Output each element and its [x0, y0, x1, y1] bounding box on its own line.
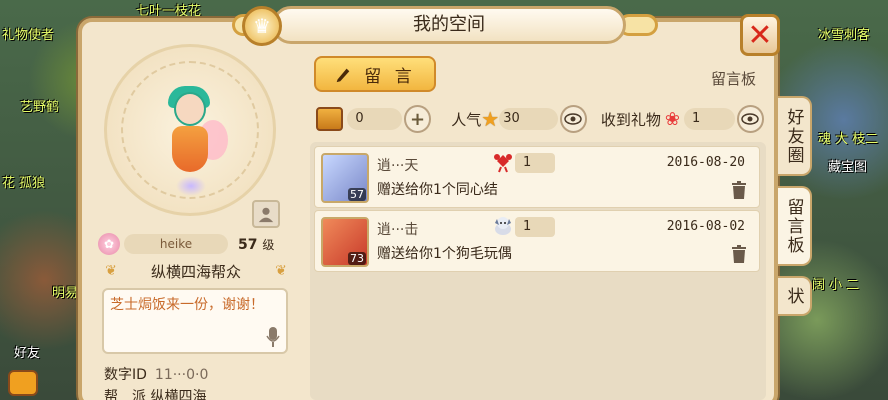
gifts-value: 1 [683, 108, 735, 130]
wing-right-icon: ❦ [275, 263, 287, 279]
sect-label: 帮 派 [104, 389, 146, 400]
message-list[interactable]: 57 逍···天 1 2016-08-20 赠送给你1个同心结 73 逍···击 [310, 142, 766, 400]
message-text: 赠送给你1个同心结 [377, 182, 498, 198]
bg-player-name: 七叶一枝花 [136, 4, 202, 19]
message-section: 留 言 留言板 0 + 人气 ★ 30 收到礼物 ❀ 1 57 逍···天 1 … [306, 50, 772, 400]
gifts-view-button[interactable] [736, 105, 765, 133]
sect-row: 帮 派 纵横四海 [104, 386, 206, 400]
popularity-label: 人气 [451, 110, 482, 129]
add-button[interactable]: + [403, 105, 432, 133]
popularity-value: 30 [499, 108, 558, 130]
dog-plush-icon [495, 217, 511, 235]
close-icon: ✕ [747, 17, 773, 53]
close-button[interactable]: ✕ [740, 14, 780, 56]
eye-icon [741, 113, 760, 125]
tab-friends-circle[interactable]: 好友圈 [778, 96, 812, 176]
id-label: 数字ID [104, 367, 147, 383]
bg-player-name: 礼物使者 [2, 28, 55, 43]
leave-message-button[interactable]: 留 言 [314, 56, 436, 92]
avatar[interactable]: 57 [321, 153, 369, 203]
star-icon: ★ [481, 107, 500, 131]
gift-count: 1 [515, 217, 555, 237]
list-item: 73 逍···击 1 2016-08-02 赠送给你1个狗毛玩偶 [314, 210, 760, 272]
bg-player-name: 明易 [52, 286, 79, 301]
avatar-level: 57 [348, 188, 366, 201]
board-label: 留言板 [710, 70, 756, 88]
portrait-button[interactable] [252, 200, 280, 228]
list-item: 57 逍···天 1 2016-08-20 赠送给你1个同心结 [314, 146, 760, 208]
crown-icon: ♛ [242, 6, 282, 46]
message-date: 2016-08-02 [666, 219, 745, 234]
avatar-level: 73 [348, 252, 366, 265]
bg-player-name: 花 孤狼 [2, 176, 46, 191]
player-level: 57 级 [238, 236, 275, 253]
lotus-icon: ✿ [98, 233, 120, 255]
signature-field[interactable]: 芝士焗饭来一份，谢谢！ [102, 288, 288, 354]
love-knot-icon [494, 154, 512, 173]
chest-count: 0 [347, 108, 402, 130]
bg-player-name: 艺野鹤 [20, 100, 60, 115]
sender-name[interactable]: 逍···击 [377, 219, 418, 239]
profile-section: ✿ heike 57 级 ❦ 纵横四海帮众 ❦ 芝士焗饭来一份，谢谢！ 数字ID… [86, 40, 298, 400]
chat-bubble-icon[interactable] [8, 370, 38, 396]
tab-message-board[interactable]: 留言板 [778, 186, 812, 266]
wing-left-icon: ❦ [105, 263, 117, 279]
bg-treasure-map-label: 藏宝图 [828, 160, 868, 175]
bg-player-name: 阔 小 二 [812, 278, 860, 293]
plus-icon: + [410, 108, 426, 130]
gift-count: 1 [515, 153, 555, 173]
bg-player-name: 魂 大 枝二 [818, 132, 879, 147]
pen-icon [336, 68, 350, 83]
guild-title: 纵横四海帮众 [150, 262, 241, 281]
id-value: 11···0·0 [154, 367, 209, 383]
message-text: 赠送给你1个狗毛玩偶 [377, 246, 512, 262]
gifts-label: 收到礼物 [600, 110, 661, 129]
bg-player-name: 冰雪刺客 [818, 28, 871, 43]
character-model [156, 86, 228, 202]
person-icon [258, 207, 274, 223]
treasure-chest-icon [316, 107, 344, 131]
avatar[interactable]: 73 [321, 217, 369, 267]
tab-status[interactable]: 状 [778, 276, 812, 316]
rose-icon: ❀ [664, 108, 680, 130]
popularity-view-button[interactable] [559, 105, 587, 133]
name-row: ✿ heike 57 级 [98, 232, 294, 256]
id-row: 数字ID 11···0·0 [104, 364, 208, 384]
player-name: heike [124, 234, 228, 254]
eye-icon [564, 113, 582, 125]
friends-shortcut-label[interactable]: 好友 [14, 342, 40, 361]
sect-value: 纵横四海 [150, 389, 207, 400]
trash-icon[interactable] [731, 245, 747, 263]
page-title: 我的空间 [272, 6, 626, 44]
message-date: 2016-08-20 [666, 155, 745, 170]
trash-icon[interactable] [731, 181, 747, 199]
stats-row: 0 + 人气 ★ 30 收到礼物 ❀ 1 [316, 102, 765, 136]
sender-name[interactable]: 逍···天 [377, 155, 418, 175]
guild-row: ❦ 纵横四海帮众 ❦ [98, 260, 294, 282]
signature-text: 芝士焗饭来一份，谢谢！ [110, 297, 264, 313]
microphone-icon[interactable] [266, 326, 280, 348]
